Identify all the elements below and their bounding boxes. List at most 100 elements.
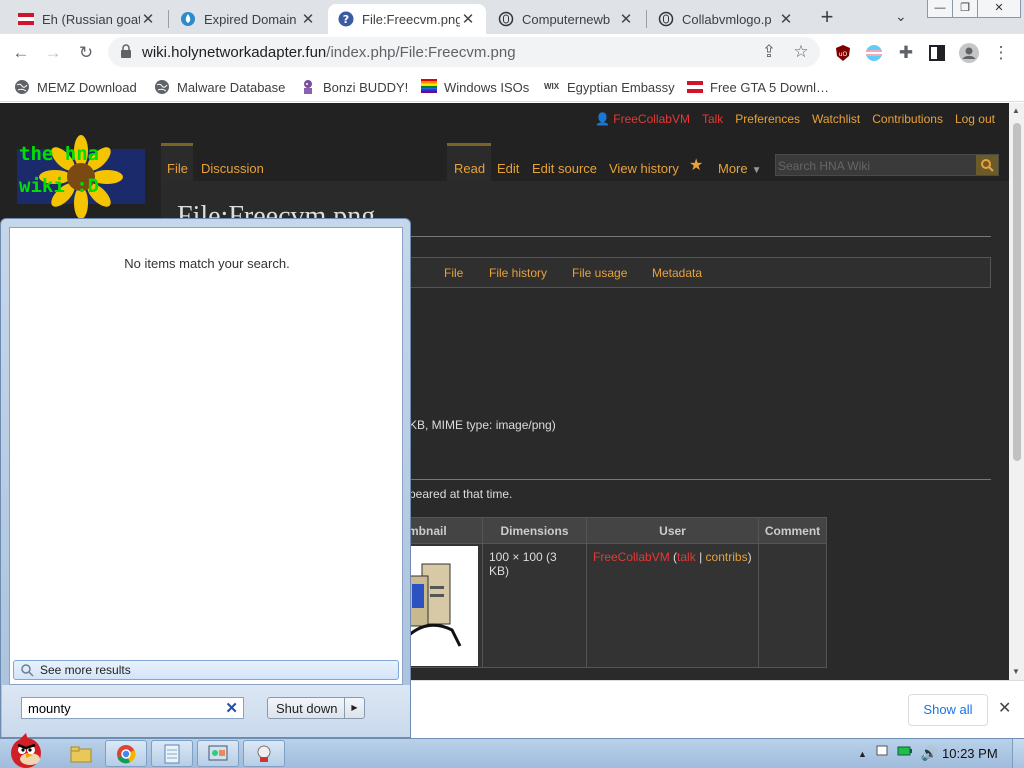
toc-file[interactable]: File: [444, 266, 463, 280]
taskbar-explorer-button[interactable]: [60, 740, 102, 767]
no-results-text: No items match your search.: [124, 256, 290, 271]
tab-title: Collabvmlogo.p: [682, 11, 772, 27]
extension-flag-icon[interactable]: [863, 42, 885, 64]
show-all-button[interactable]: Show all: [908, 694, 988, 726]
user-link[interactable]: FreeCollabVM: [593, 550, 670, 564]
browser-tab[interactable]: Collabvmlogo.p ✕: [648, 4, 804, 34]
scroll-down-arrow-icon[interactable]: ▼: [1012, 667, 1020, 676]
close-icon[interactable]: ✕: [998, 698, 1011, 718]
wiki-logo[interactable]: the hna wiki :D: [15, 131, 147, 223]
shutdown-options-arrow-icon[interactable]: ▶: [344, 698, 364, 718]
toc-file-history[interactable]: File history: [489, 266, 547, 280]
back-arrow-icon[interactable]: ←: [10, 42, 32, 64]
preferences-link[interactable]: Preferences: [735, 112, 800, 126]
tab-view-history[interactable]: View history: [609, 143, 679, 183]
user-link[interactable]: 👤 FreeCollabVM: [595, 112, 690, 126]
tab-title: Computernewb: [522, 11, 611, 27]
browser-tab[interactable]: Eh (Russian goat ✕: [8, 4, 166, 34]
folder-icon: [70, 746, 92, 762]
profile-avatar-icon[interactable]: [958, 42, 980, 64]
sidepanel-icon[interactable]: [926, 42, 948, 64]
logout-link[interactable]: Log out: [955, 112, 995, 126]
tab-file[interactable]: File: [167, 143, 188, 183]
toc-file-usage[interactable]: File usage: [572, 266, 627, 280]
browser-tab[interactable]: Expired Domain ✕: [170, 4, 326, 34]
user-cell: FreeCollabVM (talk | contribs): [586, 543, 759, 668]
bonzi-icon: [300, 79, 316, 95]
taskbar-chrome-button[interactable]: [105, 740, 147, 767]
search-button[interactable]: [976, 155, 998, 175]
bookmark-egyptian-embassy[interactable]: WIX Egyptian Embassy: [544, 77, 675, 97]
reload-icon[interactable]: ↻: [75, 42, 97, 64]
shut-down-button[interactable]: Shut down ▶: [267, 697, 365, 719]
watch-star-icon[interactable]: ★: [689, 143, 703, 183]
tab-read[interactable]: Read: [454, 143, 485, 183]
close-icon[interactable]: ✕: [618, 10, 634, 28]
scroll-up-arrow-icon[interactable]: ▲: [1012, 106, 1020, 115]
chrome-icon: [117, 744, 136, 763]
puzzle-icon[interactable]: ✚: [895, 42, 917, 64]
show-desktop-button[interactable]: [1012, 739, 1024, 768]
search-text: mounty: [28, 701, 71, 716]
col-comment: Comment: [758, 517, 827, 544]
user-icon: 👤: [594, 112, 610, 126]
show-hidden-icons-arrow-icon[interactable]: ▲: [858, 749, 867, 759]
watchlist-link[interactable]: Watchlist: [812, 112, 860, 126]
taskbar-clock[interactable]: 10:23 PM: [942, 746, 998, 761]
taskbar-notepad-button[interactable]: [151, 740, 193, 767]
share-icon[interactable]: ⇪: [758, 41, 780, 63]
bookmark-memz[interactable]: MEMZ Download: [14, 77, 137, 97]
globe-icon: [14, 79, 30, 95]
tab-edit-source[interactable]: Edit source: [532, 143, 597, 183]
volume-icon[interactable]: 🔊: [921, 745, 938, 762]
flag-icon: [687, 79, 703, 95]
bookmark-windows-isos[interactable]: Windows ISOs: [421, 77, 529, 97]
start-orb-angry-bird-icon[interactable]: [2, 731, 50, 768]
tab-title: Eh (Russian goat: [42, 11, 140, 27]
new-tab-button[interactable]: +: [815, 6, 839, 30]
vertical-scrollbar[interactable]: ▲ ▼: [1009, 103, 1024, 680]
tab-search-chevron-icon[interactable]: ⌄: [895, 8, 907, 25]
address-bar[interactable]: wiki.holynetworkadapter.fun/index.php/Fi…: [108, 37, 820, 67]
download-bar: Show all ✕: [411, 680, 1024, 738]
bookmark-bonzi-buddy[interactable]: Bonzi BUDDY!: [300, 77, 408, 97]
close-icon[interactable]: ✕: [140, 10, 156, 28]
browser-tab[interactable]: Computernewb ✕: [488, 4, 644, 34]
taskbar-control-panel-button[interactable]: [197, 740, 239, 767]
computer-thumbnail-icon[interactable]: [408, 546, 478, 666]
taskbar-network-button[interactable]: [243, 740, 285, 767]
bookmark-star-icon[interactable]: ☆: [790, 41, 812, 63]
scrollbar-thumb[interactable]: [1013, 123, 1021, 461]
close-icon[interactable]: ✕: [460, 10, 476, 28]
close-icon[interactable]: ✕: [300, 10, 316, 28]
close-window-button[interactable]: ✕: [977, 0, 1021, 18]
bookmark-malware-database[interactable]: Malware Database: [154, 77, 285, 97]
search-input[interactable]: Search HNA Wiki: [775, 154, 999, 176]
battery-icon[interactable]: [897, 744, 913, 763]
tab-more[interactable]: More ▼: [718, 143, 762, 183]
browser-tab-active[interactable]: ? File:Freecvm.png ✕: [328, 4, 486, 34]
toc-metadata[interactable]: Metadata: [652, 266, 702, 280]
notepad-icon: [164, 744, 180, 763]
close-icon[interactable]: ✕: [778, 10, 794, 28]
bookmark-free-gta5[interactable]: Free GTA 5 Downl…: [687, 77, 829, 97]
svg-text:uO: uO: [839, 51, 848, 58]
contributions-link[interactable]: Contributions: [872, 112, 943, 126]
lock-icon: [121, 44, 131, 58]
action-center-flag-icon[interactable]: [875, 744, 889, 763]
tab-edit[interactable]: Edit: [497, 143, 519, 183]
see-more-results-button[interactable]: See more results: [13, 660, 399, 680]
contribs-link[interactable]: contribs: [706, 550, 748, 564]
clear-search-icon[interactable]: ✕: [225, 699, 238, 717]
forward-arrow-icon[interactable]: →: [42, 42, 64, 64]
restore-button[interactable]: ❐: [952, 0, 978, 18]
menu-kebab-icon[interactable]: ⋮: [990, 42, 1012, 64]
talk-link[interactable]: talk: [677, 550, 696, 564]
browser-toolbar: ← → ↻ wiki.holynetworkadapter.fun/index.…: [0, 34, 1024, 72]
tab-discussion[interactable]: Discussion: [201, 143, 264, 183]
ublock-icon[interactable]: uO: [832, 42, 854, 64]
search-results-pane: No items match your search.: [9, 227, 403, 685]
talk-link[interactable]: Talk: [702, 112, 723, 126]
start-search-input[interactable]: mounty ✕: [21, 697, 244, 719]
minimize-button[interactable]: —: [927, 0, 953, 18]
